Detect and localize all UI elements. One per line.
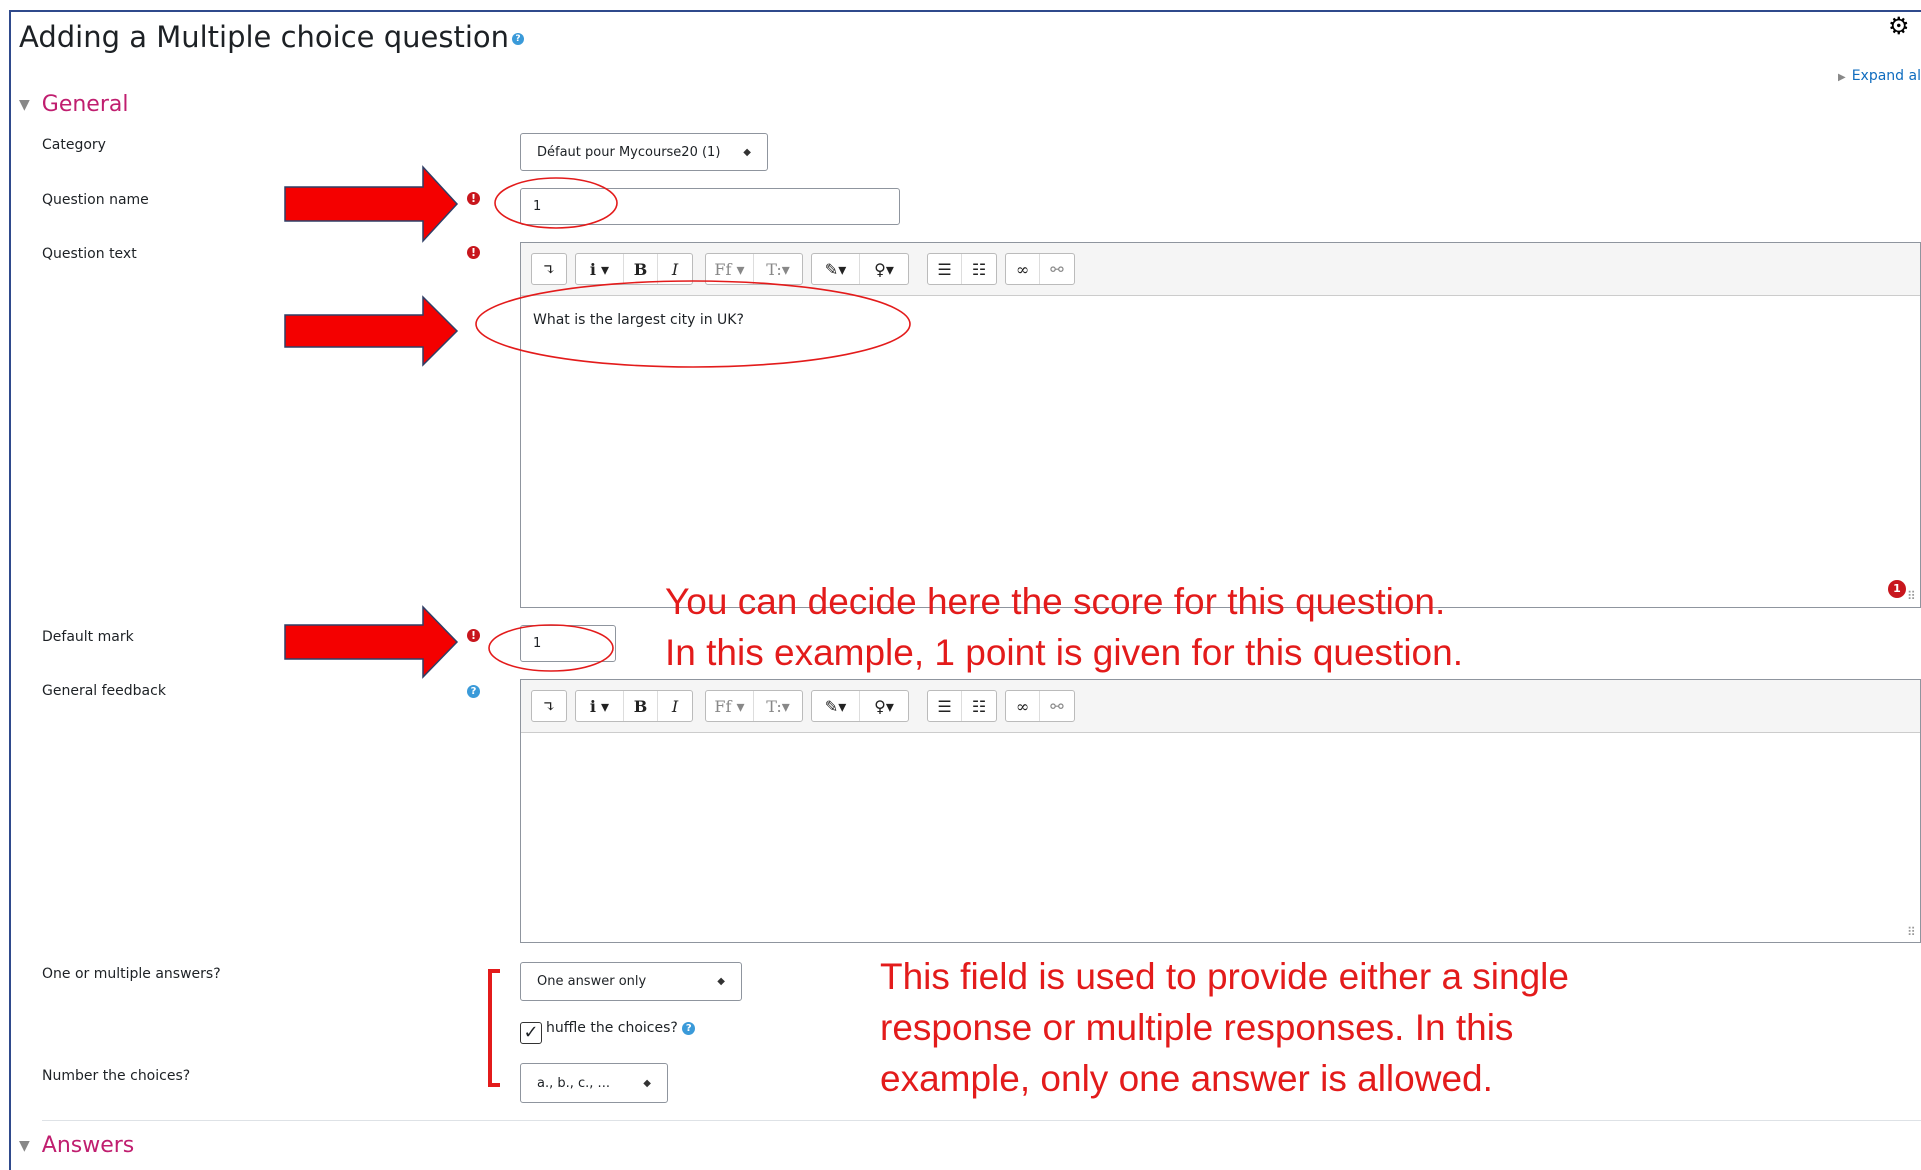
highlight-ellipse <box>494 177 618 229</box>
bracket-annotation <box>488 969 500 1087</box>
highlight-ellipse <box>488 624 614 672</box>
arrow-annotation-icon <box>284 165 459 243</box>
annotation-mark-text: You can decide here the score for this q… <box>665 581 1463 673</box>
arrow-annotation-icon <box>284 605 459 679</box>
arrow-annotation-icon <box>284 295 459 367</box>
highlight-ellipse <box>475 280 911 368</box>
annotation-answers-text: This field is used to provide either a s… <box>880 956 1569 1099</box>
